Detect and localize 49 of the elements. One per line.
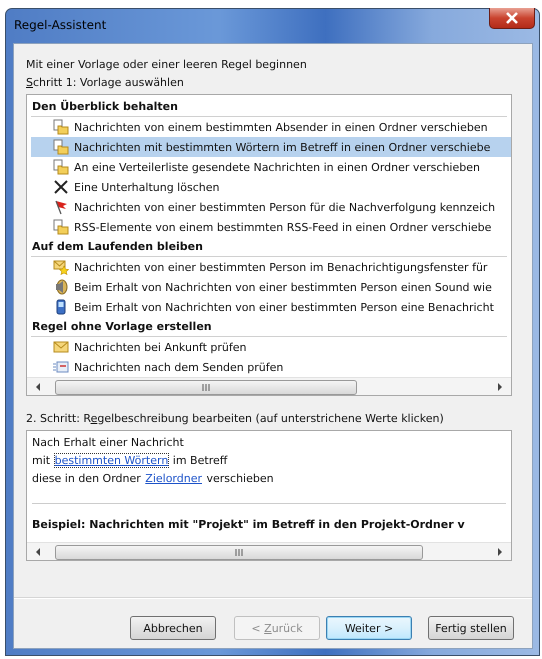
scroll-right-icon: [497, 548, 503, 556]
envelope-icon: [53, 339, 69, 355]
scroll-left-icon: [35, 548, 41, 556]
template-item[interactable]: Eine Unterhaltung löschen: [31, 177, 511, 197]
document-folder-icon: [53, 119, 69, 135]
group-header: Regel ohne Vorlage erstellen: [31, 317, 507, 337]
template-item[interactable]: Nachrichten von einer bestimmten Person für die Nachverfolgung kennzeich: [31, 197, 511, 217]
close-icon: [505, 12, 519, 24]
template-item[interactable]: Nachrichten nach dem Senden prüfen: [31, 357, 511, 377]
document-folder-icon: [53, 219, 69, 235]
template-item[interactable]: An eine Verteilerliste gesendete Nachrichten in einen Ordner verschieben: [31, 157, 511, 177]
horizontal-scrollbar[interactable]: [27, 542, 511, 560]
step-label: 2. Schritt: Regelbeschreibung bearbeiten (auf unterstrichene Werte klicken): [26, 411, 445, 427]
dialog-button[interactable]: Fertig stellen: [428, 616, 514, 640]
template-item[interactable]: Nachrichten mit bestimmten Wörtern im Betreff in einen Ordner verschiebe: [31, 137, 511, 157]
window-title: Regel-Assistent: [14, 18, 106, 32]
template-item[interactable]: Beim Erhalt von Nachrichten von einer bestimmten Person einen Sound wie: [31, 277, 511, 297]
template-item[interactable]: Nachrichten von einem bestimmten Absender in einen Ordner verschieben: [31, 117, 511, 137]
intro-text: Mit einer Vorlage oder einer leeren Regel beginnen: [26, 57, 308, 73]
example-text: Beispiel: Nachrichten mit "Projekt" im Betreff in den Projekt-Ordner v: [32, 518, 466, 531]
x-icon: [53, 179, 69, 195]
document-folder-icon: [53, 139, 69, 155]
scroll-left-icon: [35, 382, 41, 390]
envelope-lines-icon: [53, 359, 69, 375]
description-line: Nach Erhalt einer Nachricht: [32, 435, 185, 451]
group-header: Den Überblick behalten: [31, 97, 507, 117]
grip-icon: [235, 549, 243, 556]
document-folder-icon: [53, 159, 69, 175]
flag-icon: [53, 199, 69, 215]
template-item[interactable]: Beim Erhalt von Nachrichten von einer bestimmten Person eine Benachricht: [31, 297, 511, 317]
value-link[interactable]: Zielordner: [144, 471, 203, 486]
envelope-star-icon: [53, 259, 69, 275]
dialog-button[interactable]: Weiter >: [326, 616, 412, 640]
grip-icon: [202, 384, 210, 391]
template-item[interactable]: Nachrichten von einer bestimmten Person im Benachrichtigungsfenster für: [31, 257, 511, 277]
scrollbar-thumb[interactable]: [55, 545, 423, 560]
template-item[interactable]: Nachrichten bei Ankunft prüfen: [31, 337, 511, 357]
dialog-button[interactable]: Abbrechen: [130, 616, 216, 640]
step-label: Schritt 1: Vorlage auswählen: [26, 75, 185, 91]
scroll-right-icon: [497, 382, 503, 390]
value-link[interactable]: bestimmten Wörtern: [54, 453, 170, 468]
close-button[interactable]: [489, 8, 535, 29]
description-line: diese in den Ordner Zielordner verschieben: [32, 470, 275, 488]
horizontal-scrollbar[interactable]: [27, 377, 511, 395]
scrollbar-thumb[interactable]: [55, 380, 357, 395]
group-header: Auf dem Laufenden bleiben: [31, 237, 507, 257]
description-line: mit bestimmten Wörtern im Betreff: [32, 452, 228, 470]
template-item[interactable]: RSS-Elemente von einem bestimmten RSS-Feed in einen Ordner verschiebe: [31, 217, 511, 237]
speaker-icon: [53, 279, 69, 295]
